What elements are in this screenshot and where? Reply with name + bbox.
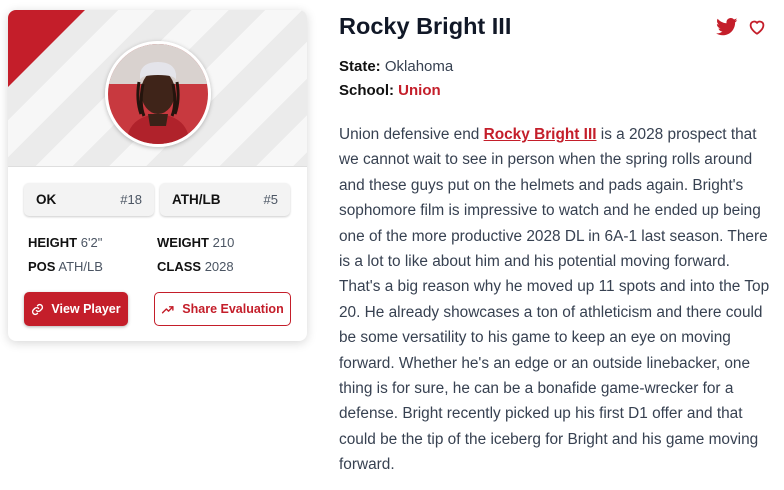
bio-body: is a 2028 prospect that we cannot wait t… <box>339 126 770 474</box>
view-player-label: View Player <box>51 302 121 316</box>
school-label: School: <box>339 82 394 99</box>
twitter-icon[interactable] <box>716 18 738 41</box>
heart-icon[interactable] <box>748 18 766 41</box>
class-stat: CLASS 2028 <box>157 259 234 274</box>
position-rank-chip: ATH/LB #5 <box>160 183 290 216</box>
state-value: Oklahoma <box>384 58 454 75</box>
class-value: 2028 <box>204 259 234 274</box>
trending-up-icon <box>161 303 175 316</box>
player-name: Rocky Bright III <box>339 13 512 39</box>
position-abbr: ATH/LB <box>172 192 221 207</box>
weight-label: WEIGHT <box>157 235 209 250</box>
pos-value: ATH/LB <box>58 259 103 274</box>
weight-stat: WEIGHT 210 <box>157 235 234 250</box>
player-bio: Union defensive end Rocky Bright III is … <box>339 122 775 478</box>
banner-divider <box>8 166 307 167</box>
height-value: 6'2" <box>80 235 103 250</box>
share-evaluation-button[interactable]: Share Evaluation <box>154 292 291 326</box>
bio-intro: Union defensive end <box>339 126 484 143</box>
share-evaluation-label: Share Evaluation <box>182 302 284 316</box>
weight-value: 210 <box>212 235 235 250</box>
bio-player-link[interactable]: Rocky Bright III <box>484 126 597 143</box>
height-stat: HEIGHT 6'2" <box>28 235 102 250</box>
state-abbr: OK <box>36 192 57 207</box>
position-rank: #5 <box>263 192 278 207</box>
height-label: HEIGHT <box>28 235 78 250</box>
player-card: OK #18 ATH/LB #5 HEIGHT 6'2" WEIGHT 210 … <box>8 10 307 341</box>
state-rank: #18 <box>120 192 142 207</box>
class-label: CLASS <box>157 259 202 274</box>
link-icon <box>31 303 44 316</box>
pos-stat: POS ATH/LB <box>28 259 103 274</box>
top-actions <box>716 18 766 41</box>
view-player-button[interactable]: View Player <box>24 292 128 326</box>
pos-label: POS <box>28 259 56 274</box>
banner-corner-accent <box>8 10 85 87</box>
avatar <box>105 41 211 147</box>
state-rank-chip: OK #18 <box>24 183 154 216</box>
school-value[interactable]: Union <box>398 82 441 99</box>
school-info: School: Union <box>339 82 441 99</box>
state-label: State: <box>339 58 381 75</box>
state-info: State: Oklahoma <box>339 58 453 75</box>
